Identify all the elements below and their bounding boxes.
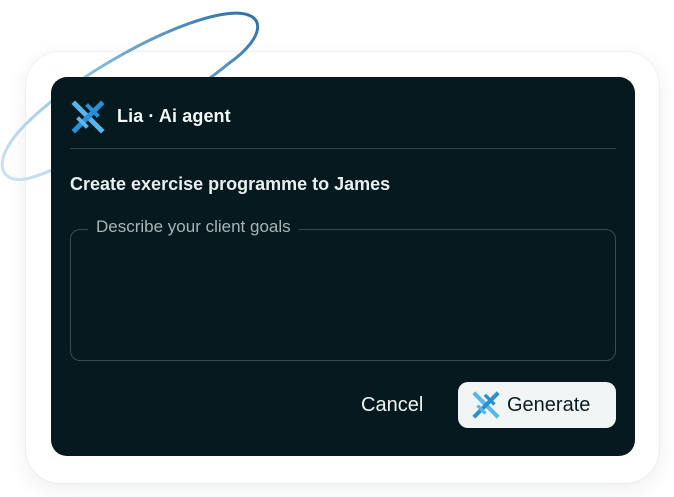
client-goals-input[interactable]	[70, 229, 616, 361]
generate-button[interactable]: Generate	[458, 382, 616, 428]
lia-logo-icon	[472, 391, 500, 419]
dialog-actions: Cancel Generate	[51, 382, 635, 428]
ai-agent-dialog: Lia · Ai agent Create exercise programme…	[51, 77, 635, 456]
stage: Lia · Ai agent Create exercise programme…	[0, 0, 674, 497]
header-divider	[70, 148, 616, 149]
dialog-title: Lia · Ai agent	[117, 106, 231, 126]
dialog-header: Lia · Ai agent	[51, 77, 635, 149]
prompt-text: Create exercise programme to James	[70, 174, 391, 194]
generate-button-label: Generate	[507, 393, 591, 416]
cancel-button[interactable]: Cancel	[351, 390, 433, 421]
lia-logo-icon	[71, 100, 105, 134]
client-goals-label: Describe your client goals	[88, 217, 299, 237]
